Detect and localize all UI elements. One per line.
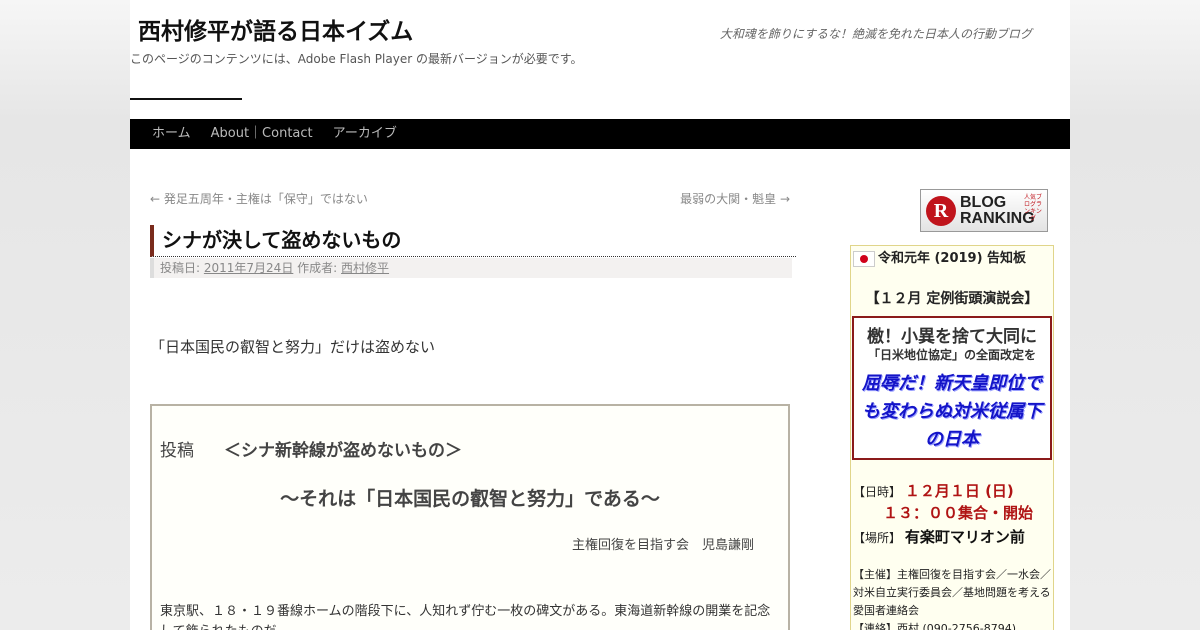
- site-title[interactable]: 西村修平が語る日本イズム: [138, 12, 413, 46]
- notice-slogan-box: 檄！小異を捨て大同に 「日米地位協定」の全面改定を 屈辱だ！新天皇即位でも変わら…: [852, 316, 1052, 460]
- notice-date-label: 【日時】: [853, 485, 902, 499]
- next-post-link[interactable]: 最弱の大関・魁皇 →: [680, 190, 790, 207]
- notice-slogan-3: 屈辱だ！新天皇即位でも変わらぬ対米従属下の日本: [862, 373, 1042, 450]
- meta-posted-label: 投稿日:: [160, 261, 201, 275]
- meta-author-label: 作成者:: [297, 261, 338, 275]
- main-nav: ホーム About｜Contact アーカイブ: [130, 119, 1070, 149]
- post-lead: 「日本国民の叡智と努力」だけは盗めない: [150, 338, 436, 356]
- nav-item-about-contact[interactable]: About｜Contact: [201, 119, 323, 149]
- post-author-link[interactable]: 西村修平: [341, 261, 389, 275]
- ranking-logo-icon: R: [926, 195, 956, 226]
- notice-place-label: 【場所】: [853, 531, 902, 545]
- blog-ranking-banner[interactable]: R BLOG RANKING 人気ブログランキング: [920, 189, 1048, 232]
- post-date-link[interactable]: 2011年7月24日: [204, 261, 293, 275]
- article-author: 主権回復を目指す会 児島謙剛: [571, 538, 754, 553]
- previous-post-link[interactable]: ← 発足五周年・主権は「保守」ではない: [150, 190, 368, 207]
- nav-item-home[interactable]: ホーム: [142, 119, 201, 149]
- notice-time-value: １３：００集合・開始: [883, 504, 1034, 522]
- article-title: ＜シナ新幹線が盗めないもの＞: [224, 441, 462, 461]
- notice-contact: 【連絡】西村 (090-2756-8794): [853, 622, 1017, 630]
- article-box: 投稿 ＜シナ新幹線が盗めないもの＞ ～それは「日本国民の叡智と努力」である～ 主…: [150, 404, 790, 630]
- flash-notice: このページのコンテンツには、Adobe Flash Player の最新バージョ…: [130, 52, 583, 66]
- notice-board: 令和元年 (2019) 告知板 【１２月 定例街頭演説会】 檄！小異を捨て大同に…: [850, 245, 1054, 630]
- notice-event-title: 【１２月 定例街頭演説会】: [865, 291, 1039, 307]
- post-meta: 投稿日: 2011年7月24日 作成者: 西村修平: [150, 258, 792, 278]
- notice-slogan-1: 檄！小異を捨て大同に: [867, 327, 1037, 347]
- post-navigation: ← 発足五周年・主権は「保守」ではない 最弱の大関・魁皇 →: [150, 190, 790, 206]
- notice-date-value: １２月１日 (日): [904, 482, 1014, 500]
- page: 西村修平が語る日本イズム 大和魂を飾りにするな！絶滅を免れた日本人の行動ブログ …: [130, 0, 1070, 630]
- article-body: 東京駅、１８・１９番線ホームの階段下に、人知れず佇む一枚の碑文がある。東海道新幹…: [160, 604, 771, 630]
- notice-organizer: 【主催】主権回復を目指す会／一水会／対米自立実行委員会／基地問題を考える愛国者連…: [853, 568, 1051, 617]
- article-subtitle: ～それは「日本国民の叡智と努力」である～: [280, 488, 660, 510]
- ranking-small-text: 人気ブログランキング: [1023, 194, 1042, 222]
- notice-date-row: 【日時】 １２月１日 (日): [853, 480, 1014, 501]
- article-label: 投稿: [160, 441, 194, 461]
- post-title: シナが決して盗めないもの: [150, 225, 796, 257]
- header-divider: [130, 98, 242, 100]
- notice-slogan-2: 「日米地位協定」の全面改定を: [867, 348, 1036, 362]
- notice-heading: 令和元年 (2019) 告知板: [877, 251, 1027, 266]
- site-description: 大和魂を飾りにするな！絶滅を免れた日本人の行動ブログ: [719, 27, 1032, 41]
- notice-place-row: 【場所】 有楽町マリオン前: [853, 526, 1025, 547]
- notice-place-value: 有楽町マリオン前: [904, 528, 1025, 546]
- nav-item-archive[interactable]: アーカイブ: [323, 119, 407, 149]
